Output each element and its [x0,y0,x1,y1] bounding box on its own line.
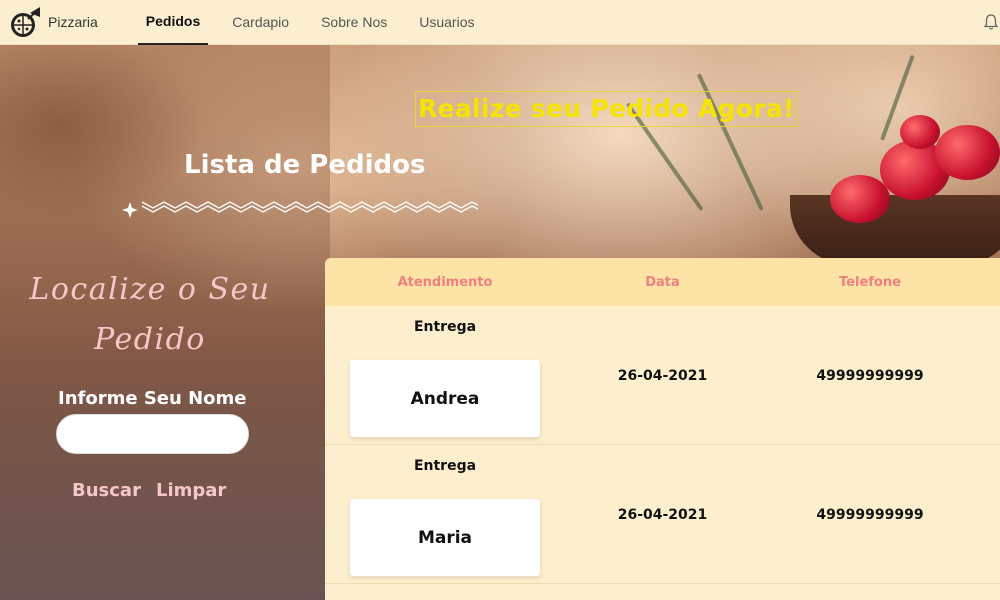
phone-number: 49999999999 [816,507,924,523]
nav-item-cardapio[interactable]: Cardapio [224,0,297,45]
pizza-logo-icon [11,7,40,37]
nav-item-sobre-nos[interactable]: Sobre Nos [313,0,395,45]
header-atendimento: Atendimento [397,274,493,290]
order-date: 26-04-2021 [617,368,708,384]
brand[interactable]: Pizzaria [8,0,138,45]
top-navbar: Pizzaria Pedidos Cardapio Sobre Nos Usua… [0,0,1000,45]
search-button[interactable]: Buscar [72,480,141,501]
customer-name-card[interactable]: Andrea [350,360,540,437]
bell-icon[interactable] [982,13,1000,31]
clear-button[interactable]: Limpar [156,480,226,501]
brand-name: Pizzaria [48,14,98,30]
name-input[interactable] [56,414,249,454]
nav-item-usuarios[interactable]: Usuarios [411,0,482,45]
customer-name-card[interactable]: Maria [350,499,540,576]
service-type: Entrega [413,458,477,474]
table-row[interactable]: Entrega Maria 26-04-2021 49999999999 [325,445,1000,584]
order-date: 26-04-2021 [617,507,708,523]
name-label: Informe Seu Nome [58,388,247,409]
table-header: Atendimento Data Telefone [325,258,1000,306]
orders-table: Atendimento Data Telefone Entrega Andrea… [325,258,1000,600]
header-data: Data [645,274,680,290]
strawberry [935,125,1000,180]
service-type: Entrega [413,319,477,335]
table-row[interactable]: Entrega Andrea 26-04-2021 49999999999 [325,306,1000,445]
strawberry [830,175,890,223]
divider-ornament [122,201,479,218]
header-telefone: Telefone [839,274,901,290]
search-heading: Localize o Seu Pedido [0,265,300,365]
strawberry [900,115,940,149]
phone-number: 49999999999 [816,368,924,384]
search-heading-line1: Localize o Seu [29,272,271,307]
page-title: Lista de Pedidos [184,150,426,180]
search-heading-line2: Pedido [94,322,206,357]
bowl [790,195,1000,265]
nav-item-pedidos[interactable]: Pedidos [137,0,209,45]
promo-banner: Realize seu Pedido Agora! [415,91,798,127]
